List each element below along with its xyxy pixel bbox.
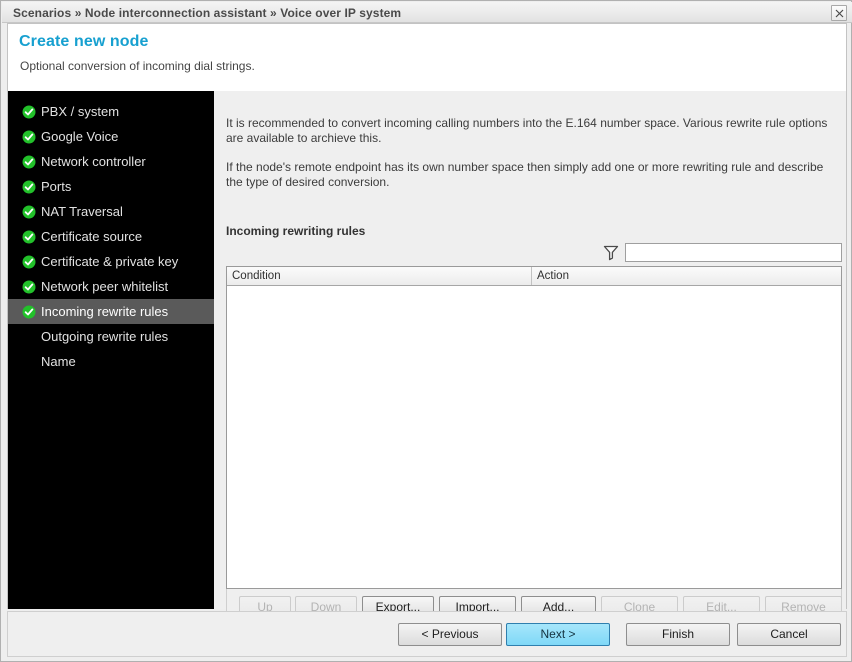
wizard-body: Create new node Optional conversion of i… bbox=[7, 23, 847, 627]
breadcrumb: Scenarios » Node interconnection assista… bbox=[13, 6, 402, 20]
section-heading: Incoming rewriting rules bbox=[226, 224, 366, 238]
table-body[interactable] bbox=[227, 286, 841, 588]
wizard-header: Create new node Optional conversion of i… bbox=[8, 24, 846, 90]
intro-paragraph-1: It is recommended to convert incoming ca… bbox=[226, 116, 828, 145]
sidebar-item-incoming-rewrite-rules[interactable]: Incoming rewrite rules bbox=[8, 299, 214, 324]
sidebar-item-label: Name bbox=[41, 354, 76, 369]
step-complete-check-icon bbox=[22, 252, 36, 269]
wizard-window: Scenarios » Node interconnection assista… bbox=[0, 0, 852, 662]
sidebar-item-name[interactable]: Name bbox=[8, 349, 214, 374]
close-icon bbox=[835, 9, 843, 18]
filter-input[interactable] bbox=[625, 243, 842, 262]
step-complete-check-icon bbox=[22, 202, 36, 219]
main-content: It is recommended to convert incoming ca… bbox=[214, 91, 846, 627]
column-header-action[interactable]: Action bbox=[532, 267, 841, 285]
step-complete-check-icon bbox=[22, 302, 36, 319]
sidebar-item-outgoing-rewrite-rules[interactable]: Outgoing rewrite rules bbox=[8, 324, 214, 349]
sidebar-item-network-controller[interactable]: Network controller bbox=[8, 149, 214, 174]
sidebar-item-label: Google Voice bbox=[41, 129, 119, 144]
sidebar-item-nat-traversal[interactable]: NAT Traversal bbox=[8, 199, 214, 224]
cancel-button[interactable]: Cancel bbox=[737, 623, 841, 646]
sidebar-item-certificate-source[interactable]: Certificate source bbox=[8, 224, 214, 249]
sidebar-item-label: Certificate source bbox=[41, 229, 143, 244]
previous-button[interactable]: < Previous bbox=[398, 623, 502, 646]
sidebar-item-label: Ports bbox=[41, 179, 72, 194]
step-complete-check-icon bbox=[22, 177, 36, 194]
sidebar-item-google-voice[interactable]: Google Voice bbox=[8, 124, 214, 149]
filter-icon bbox=[600, 241, 624, 265]
finish-button[interactable]: Finish bbox=[626, 623, 730, 646]
intro-paragraph-2: If the node's remote endpoint has its ow… bbox=[226, 160, 824, 189]
sidebar-item-label: Network peer whitelist bbox=[41, 279, 169, 294]
page-subtitle: Optional conversion of incoming dial str… bbox=[20, 59, 255, 73]
page-title: Create new node bbox=[19, 33, 149, 50]
sidebar-item-label: Incoming rewrite rules bbox=[41, 304, 169, 319]
step-complete-check-icon bbox=[22, 152, 36, 169]
sidebar-item-pbx-system[interactable]: PBX / system bbox=[8, 99, 214, 124]
sidebar-item-ports[interactable]: Ports bbox=[8, 174, 214, 199]
sidebar-item-label: Certificate & private key bbox=[41, 254, 179, 269]
wizard-step-sidebar: PBX / system Google Voice Network controll… bbox=[8, 91, 214, 609]
sidebar-item-certificate-private-key[interactable]: Certificate & private key bbox=[8, 249, 214, 274]
funnel-filter-icon bbox=[603, 245, 619, 261]
table-header-row: Condition Action bbox=[227, 267, 841, 286]
sidebar-item-label: NAT Traversal bbox=[41, 204, 123, 219]
sidebar-item-network-peer-whitelist[interactable]: Network peer whitelist bbox=[8, 274, 214, 299]
close-button[interactable] bbox=[831, 5, 847, 21]
step-complete-check-icon bbox=[22, 227, 36, 244]
sidebar-item-label: Outgoing rewrite rules bbox=[41, 329, 169, 344]
title-bar: Scenarios » Node interconnection assista… bbox=[2, 2, 852, 23]
next-button[interactable]: Next > bbox=[506, 623, 610, 646]
wizard-footer: < Previous Next > Finish Cancel bbox=[7, 611, 847, 657]
step-complete-check-icon bbox=[22, 277, 36, 294]
step-complete-check-icon bbox=[22, 102, 36, 119]
rewrite-rules-table: Condition Action bbox=[226, 266, 842, 589]
sidebar-item-label: Network controller bbox=[41, 154, 146, 169]
step-complete-check-icon bbox=[22, 127, 36, 144]
column-header-condition[interactable]: Condition bbox=[227, 267, 532, 285]
sidebar-item-label: PBX / system bbox=[41, 104, 120, 119]
